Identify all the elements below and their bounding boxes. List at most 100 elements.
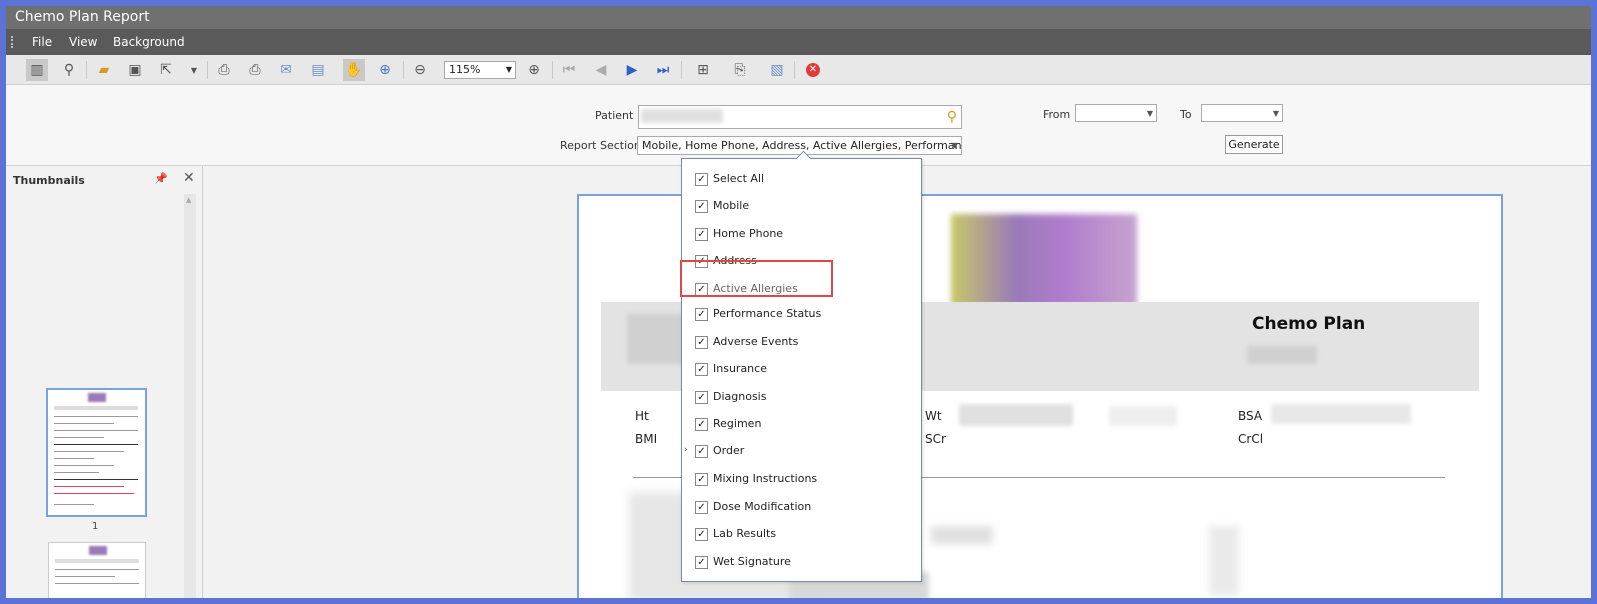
checkbox-checked-icon[interactable]: ✓ [695, 200, 708, 213]
save-page-icon[interactable]: ▤ [307, 59, 329, 81]
section-option-mixing-instructions[interactable]: ✓ Mixing Instructions [682, 469, 921, 491]
checkbox-checked-icon[interactable]: ✓ [695, 473, 708, 486]
zoom-value: 115% [449, 63, 481, 76]
thumbnail-line [54, 437, 104, 438]
section-option-order[interactable]: › ✓ Order [682, 441, 921, 463]
report-sections-dropdown: ✓ Select All ✓ Mobile ✓ Home Phone ✓ Address… [681, 150, 922, 582]
next-page-icon[interactable]: ▶ [621, 59, 643, 81]
toolbar-separator [794, 61, 795, 79]
dropdown-arrow-icon[interactable]: ▼ [183, 59, 205, 81]
report-logo-image [951, 214, 1137, 307]
scroll-up-icon[interactable]: ▲ [186, 196, 191, 204]
checkbox-checked-icon[interactable]: ✓ [695, 528, 708, 541]
menu-file[interactable]: File [32, 35, 52, 49]
section-option-dose-modification[interactable]: ✓ Dose Modification [682, 497, 921, 519]
section-option-performance-status[interactable]: ✓ Performance Status [682, 304, 921, 326]
save-icon[interactable]: ▣ [124, 59, 146, 81]
print-icon[interactable]: ⎙ [213, 59, 235, 81]
section-option-mobile[interactable]: ✓ Mobile [682, 196, 921, 218]
redacted-block [959, 404, 1073, 426]
close-icon[interactable]: ✕ [183, 170, 195, 186]
checkbox-checked-icon[interactable]: ✓ [695, 308, 708, 321]
section-option-home-phone[interactable]: ✓ Home Phone [682, 224, 921, 246]
checkbox-checked-icon[interactable]: ✓ [695, 418, 708, 431]
option-label: Lab Results [713, 527, 777, 540]
thumbnails-title: Thumbnails [13, 174, 85, 187]
generate-button[interactable]: Generate [1225, 135, 1283, 154]
annotation-highlight-box [680, 260, 833, 297]
from-label: From [1043, 108, 1071, 121]
thumbnail-line [54, 504, 94, 505]
option-label: Select All [713, 172, 765, 185]
magnifier-icon[interactable]: ⊕ [374, 59, 396, 81]
toc-icon[interactable]: ▥ [26, 59, 48, 81]
to-date-input[interactable]: ▼ [1201, 104, 1283, 122]
thumbnail-line [55, 576, 115, 577]
watermark-icon[interactable]: ▧ [766, 59, 788, 81]
pin-icon[interactable]: 📌 [154, 172, 168, 185]
section-option-select-all[interactable]: ✓ Select All [682, 169, 921, 191]
multi-page-icon[interactable]: ⊞ [692, 59, 714, 81]
checkbox-checked-icon[interactable]: ✓ [695, 173, 708, 186]
zoom-out-icon[interactable]: ⊖ [409, 59, 431, 81]
section-option-adverse-events[interactable]: ✓ Adverse Events [682, 332, 921, 354]
checkbox-checked-icon[interactable]: ✓ [695, 391, 708, 404]
toolbar-separator [681, 61, 682, 79]
export-icon[interactable]: ⇱ [155, 59, 177, 81]
zoom-in-icon[interactable]: ⊕ [523, 59, 545, 81]
previous-page-icon[interactable]: ◀ [590, 59, 612, 81]
search-icon[interactable]: ⚲ [947, 108, 957, 126]
open-icon[interactable]: ▰ [93, 59, 115, 81]
find-icon[interactable]: ⚲ [58, 59, 80, 81]
option-label: Diagnosis [713, 390, 767, 403]
quick-print-icon[interactable]: ⎙ [244, 59, 266, 81]
last-page-icon[interactable]: ⏭ [652, 59, 674, 81]
zoom-select[interactable]: 115% ▼ [444, 61, 516, 79]
redacted-block [1271, 404, 1411, 424]
thumbnails-scrollbar[interactable]: ▲ [184, 194, 196, 598]
report-title: Chemo Plan [1252, 314, 1366, 334]
expand-chevron-icon[interactable]: › [684, 445, 688, 455]
report-sections-select[interactable]: Mobile, Home Phone, Address, Active Alle… [637, 136, 962, 155]
email-icon[interactable]: ✉ [275, 59, 297, 81]
page-setup-icon[interactable]: ⎘ [729, 59, 751, 81]
thumbnail-page-2[interactable] [48, 542, 146, 598]
crcl-label: CrCl [1238, 432, 1264, 446]
report-window: Chemo Plan Report File View Background ▥… [6, 6, 1591, 598]
first-page-icon[interactable]: ⏮ [558, 59, 580, 81]
close-preview-icon[interactable]: ✕ [802, 59, 824, 81]
hand-tool-icon[interactable]: ✋ [343, 59, 365, 81]
bmi-label: BMI [635, 432, 658, 446]
chevron-down-icon: ▼ [951, 141, 958, 150]
checkbox-checked-icon[interactable]: ✓ [695, 336, 708, 349]
toolbar-separator [207, 61, 208, 79]
option-label: Dose Modification [713, 500, 812, 513]
report-sections-value: Mobile, Home Phone, Address, Active Alle… [642, 139, 962, 152]
section-option-diagnosis[interactable]: ✓ Diagnosis [682, 387, 921, 409]
section-option-lab-results[interactable]: ✓ Lab Results [682, 524, 921, 546]
from-date-input[interactable]: ▼ [1075, 104, 1157, 122]
checkbox-checked-icon[interactable]: ✓ [695, 228, 708, 241]
section-option-wet-signature[interactable]: ✓ Wet Signature [682, 552, 921, 574]
menu-view[interactable]: View [69, 35, 97, 49]
thumbnail-page-1[interactable] [46, 388, 147, 517]
thumbnail-line [54, 423, 114, 424]
section-option-insurance[interactable]: ✓ Insurance [682, 359, 921, 381]
patient-value-redacted [641, 109, 723, 123]
report-sections-label: Report Sections [560, 139, 647, 152]
bsa-label: BSA [1238, 409, 1263, 423]
menu-background[interactable]: Background [113, 35, 185, 49]
to-label: To [1180, 108, 1192, 121]
scr-label: SCr [925, 432, 946, 446]
checkbox-checked-icon[interactable]: ✓ [695, 556, 708, 569]
thumbnail-line [55, 559, 139, 563]
checkbox-checked-icon[interactable]: ✓ [695, 363, 708, 376]
patient-input[interactable]: ⚲ [638, 105, 962, 129]
section-option-regimen[interactable]: ✓ Regimen [682, 414, 921, 436]
checkbox-checked-icon[interactable]: ✓ [695, 501, 708, 514]
toolbar: ▥ ⚲ ▰ ▣ ⇱ ▼ ⎙ ⎙ ✉ ▤ ✋ ⊕ ⊖ 115% ▼ ⊕ ⏮ ◀ ▶ … [6, 55, 1591, 85]
checkbox-checked-icon[interactable]: ✓ [695, 445, 708, 458]
window-title: Chemo Plan Report [15, 9, 150, 25]
thumbnail-line [54, 479, 138, 480]
redacted-block [1247, 346, 1317, 364]
